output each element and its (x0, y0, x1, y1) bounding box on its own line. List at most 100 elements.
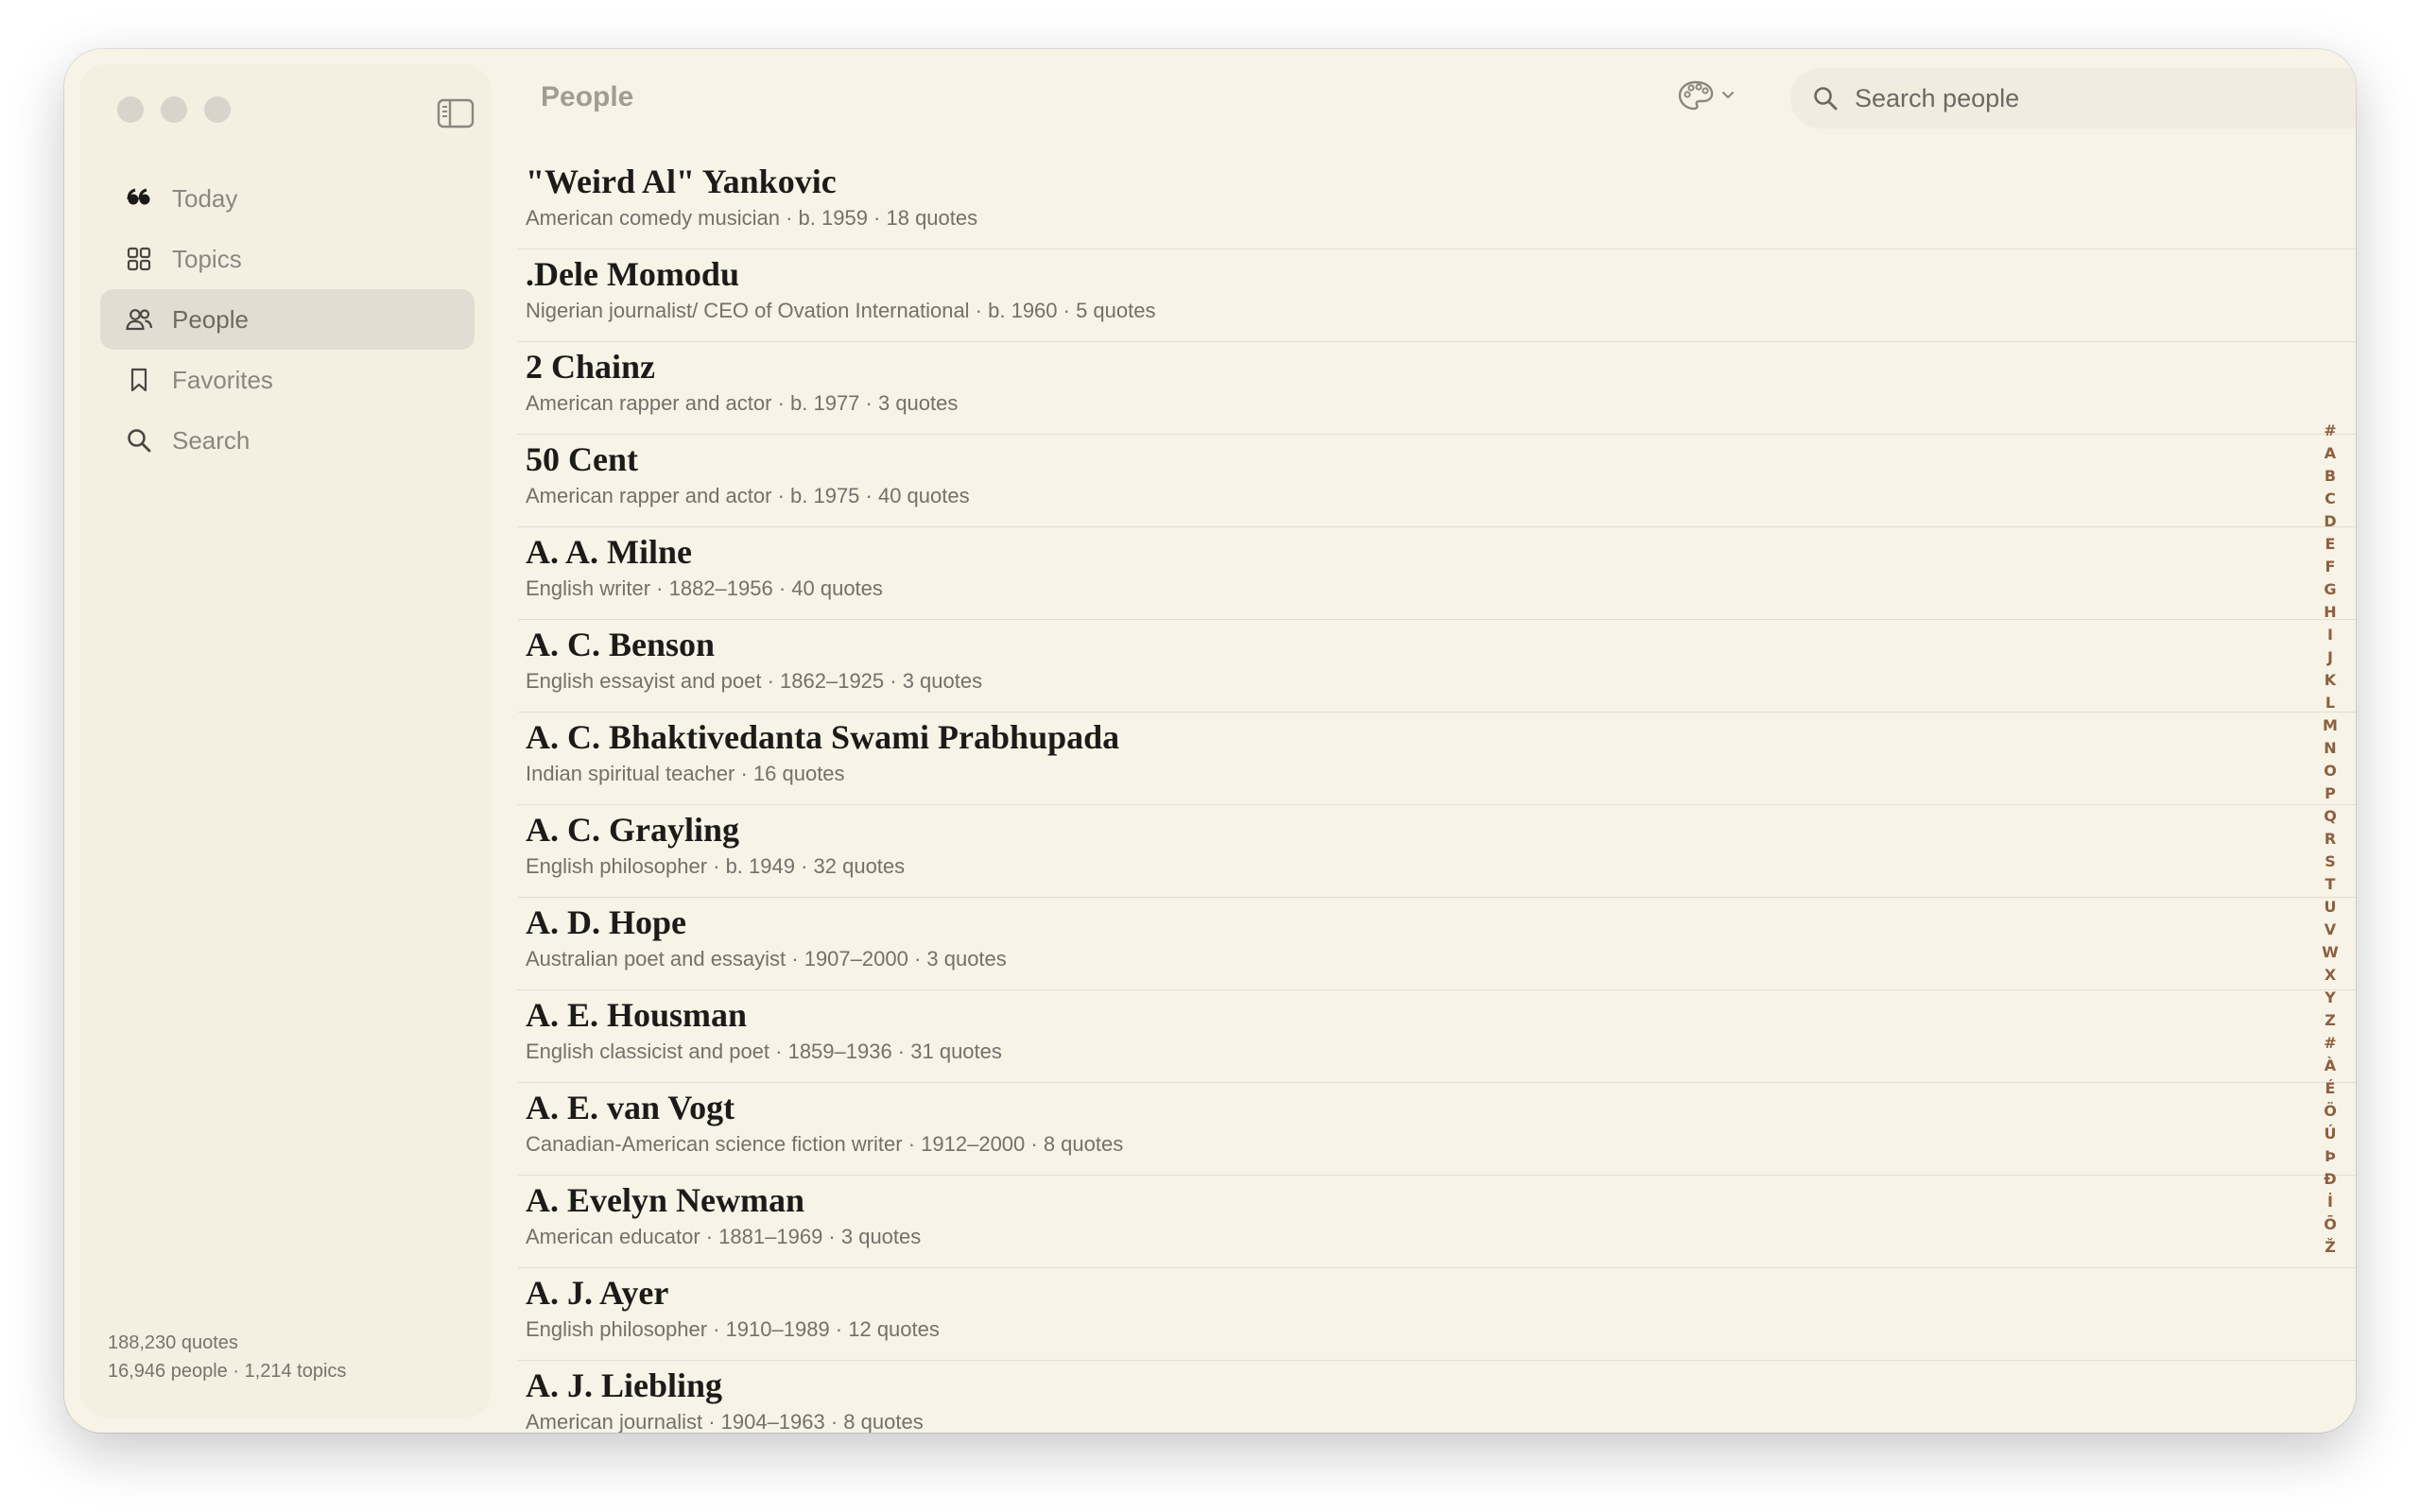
person-details: American rapper and actor · b. 1975 · 40… (526, 484, 970, 507)
zoom-window-button[interactable] (204, 96, 231, 123)
person-details: American journalist · 1904–1963 · 8 quot… (526, 1410, 924, 1433)
quote-icon (123, 182, 155, 215)
search-people-field[interactable] (1790, 68, 2356, 129)
index-letter[interactable]: À (2325, 1055, 2336, 1077)
library-stats: 188,230 quotes 16,946 people · 1,214 top… (108, 1329, 346, 1385)
sidebar-item-people[interactable]: People (100, 289, 475, 350)
search-people-input[interactable] (1855, 83, 2356, 113)
search-icon (1814, 87, 1838, 111)
index-letter[interactable]: F (2325, 556, 2336, 578)
list-item[interactable]: A. J. Liebling American journalist · 1904… (518, 1361, 2356, 1433)
index-letter[interactable]: G (2324, 578, 2336, 601)
index-letter[interactable]: É (2325, 1077, 2336, 1100)
index-letter[interactable]: V (2325, 919, 2336, 941)
list-item[interactable]: A. C. Benson English essayist and poet · … (518, 620, 2356, 713)
person-details: Australian poet and essayist · 1907–2000… (526, 947, 1007, 971)
person-name: A. D. Hope (526, 903, 686, 941)
index-letter[interactable]: # (2324, 1032, 2336, 1055)
sidebar-item-label: Favorites (172, 365, 273, 394)
index-letter[interactable]: U (2325, 896, 2337, 919)
people-list: "Weird Al" Yankovic American comedy music… (518, 157, 2356, 1433)
sidebar-item-favorites[interactable]: Favorites (100, 350, 475, 410)
index-letter[interactable]: P (2325, 782, 2336, 805)
index-letter[interactable]: A (2325, 442, 2336, 465)
index-letter[interactable]: Ō (2324, 1213, 2337, 1236)
minimize-window-button[interactable] (161, 96, 187, 123)
list-item[interactable]: A. D. Hope Australian poet and essayist ·… (518, 898, 2356, 990)
index-letter[interactable]: Z (2325, 1009, 2336, 1032)
list-item[interactable]: .Dele Momodu Nigerian journalist/ CEO of … (518, 249, 2356, 342)
person-name: A. J. Liebling (526, 1366, 723, 1404)
index-letter[interactable]: Y (2325, 987, 2336, 1009)
alphabet-index[interactable]: # A B C D E F G H I J K L M N O P Q R S … (2316, 420, 2344, 1259)
index-letter[interactable]: M (2323, 714, 2338, 737)
index-letter[interactable]: N (2324, 737, 2336, 760)
person-details: American rapper and actor · b. 1977 · 3 … (526, 391, 959, 415)
index-letter[interactable]: K (2325, 669, 2336, 692)
list-item[interactable]: A. E. van Vogt Canadian-American science … (518, 1083, 2356, 1176)
index-letter[interactable]: W (2322, 941, 2339, 964)
sidebar-item-label: Today (172, 183, 238, 213)
index-letter[interactable]: I (2327, 624, 2333, 646)
index-letter[interactable]: Ð (2324, 1168, 2336, 1191)
person-name: A. E. Housman (526, 996, 748, 1034)
index-letter[interactable]: X (2325, 964, 2336, 987)
index-letter[interactable]: L (2325, 692, 2335, 714)
list-item[interactable]: A. J. Ayer English philosopher · 1910–198… (518, 1268, 2356, 1361)
window-controls (117, 96, 231, 123)
grid-icon (123, 243, 155, 275)
index-letter[interactable]: Þ (2325, 1145, 2336, 1168)
app-window: Today Topics People Favorites Search 188… (64, 49, 2356, 1433)
list-item[interactable]: A. Evelyn Newman American educator · 1881… (518, 1176, 2356, 1268)
index-letter[interactable]: Ö (2324, 1100, 2337, 1123)
person-details: Canadian-American science fiction writer… (526, 1132, 1124, 1156)
person-name: A. E. van Vogt (526, 1089, 735, 1126)
list-item[interactable]: 50 Cent American rapper and actor · b. 19… (518, 435, 2356, 527)
index-letter[interactable]: C (2325, 488, 2336, 510)
sidebar-item-label: Search (172, 425, 251, 455)
search-icon (123, 424, 155, 456)
index-letter[interactable]: O (2324, 760, 2337, 782)
sidebar-item-label: Topics (172, 244, 242, 273)
index-letter[interactable]: E (2325, 533, 2336, 556)
index-letter[interactable]: # (2324, 420, 2336, 442)
index-letter[interactable]: D (2324, 510, 2336, 533)
person-name: "Weird Al" Yankovic (526, 163, 837, 200)
person-name: 50 Cent (526, 440, 638, 478)
index-letter[interactable]: S (2325, 850, 2336, 873)
index-letter[interactable]: J (2327, 646, 2333, 669)
index-letter[interactable]: Ž (2325, 1236, 2336, 1259)
person-details: American educator · 1881–1969 · 3 quotes (526, 1225, 922, 1248)
index-letter[interactable]: R (2325, 828, 2336, 850)
close-window-button[interactable] (117, 96, 144, 123)
list-item[interactable]: A. E. Housman English classicist and poet… (518, 990, 2356, 1083)
bookmark-icon (123, 364, 155, 396)
people-topic-count: 16,946 people · 1,214 topics (108, 1361, 347, 1382)
index-letter[interactable]: T (2325, 873, 2336, 896)
main-content: People "Weird Al" Yankovic American comed… (492, 49, 2356, 1433)
people-icon (123, 303, 155, 335)
index-letter[interactable]: İ (2327, 1191, 2333, 1213)
sidebar-item-today[interactable]: Today (100, 168, 475, 229)
palette-icon (1678, 80, 1714, 111)
list-item[interactable]: A. C. Grayling English philosopher · b. 1… (518, 805, 2356, 898)
theme-menu-button[interactable] (1677, 79, 1736, 112)
person-name: A. Evelyn Newman (526, 1181, 804, 1219)
index-letter[interactable]: Ú (2325, 1123, 2337, 1145)
person-name: A. A. Milne (526, 533, 692, 571)
sidebar-item-search[interactable]: Search (100, 410, 475, 471)
chevron-down-icon (1722, 92, 1734, 98)
index-letter[interactable]: Q (2324, 805, 2337, 828)
person-name: 2 Chainz (526, 348, 656, 386)
list-item[interactable]: A. C. Bhaktivedanta Swami Prabhupada Indi… (518, 713, 2356, 805)
sidebar-item-topics[interactable]: Topics (100, 229, 475, 289)
person-name: A. C. Benson (526, 626, 716, 663)
sidebar-toggle-button[interactable] (437, 98, 475, 129)
person-details: English essayist and poet · 1862–1925 · … (526, 669, 983, 693)
quote-count: 188,230 quotes (108, 1332, 238, 1353)
index-letter[interactable]: H (2324, 601, 2336, 624)
list-item[interactable]: A. A. Milne English writer · 1882–1956 · … (518, 527, 2356, 620)
list-item[interactable]: "Weird Al" Yankovic American comedy music… (518, 157, 2356, 249)
index-letter[interactable]: B (2325, 465, 2336, 488)
list-item[interactable]: 2 Chainz American rapper and actor · b. 1… (518, 342, 2356, 435)
